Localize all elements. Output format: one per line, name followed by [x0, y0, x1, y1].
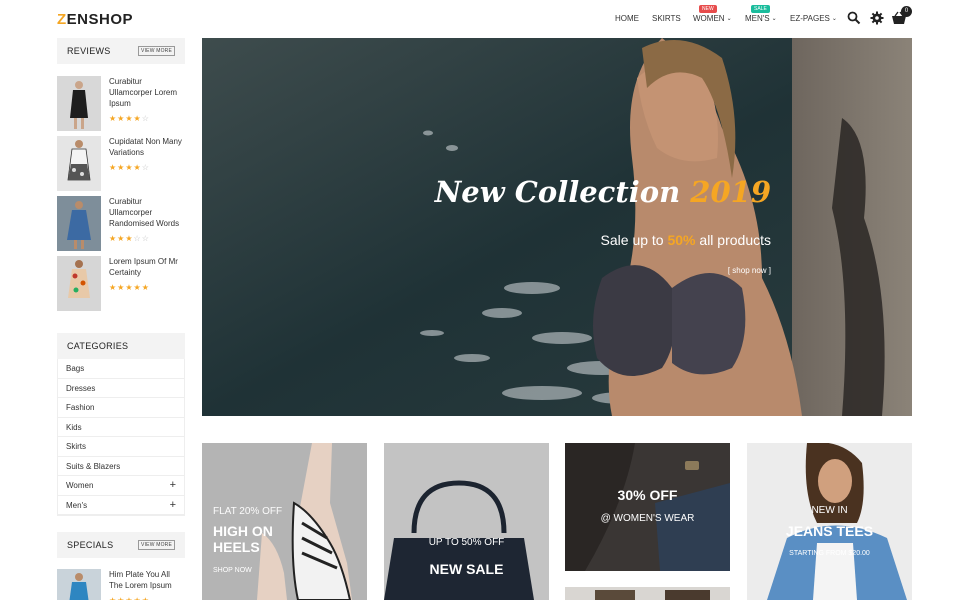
category-kids[interactable]: Kids: [58, 418, 184, 437]
promo-small-image: [565, 587, 730, 600]
reviews-view-more-button[interactable]: VIEW MORE: [138, 46, 175, 56]
hero-title: New Collection 2019: [202, 175, 912, 209]
search-icon[interactable]: [847, 11, 861, 25]
logo-text: ENSHOP: [66, 11, 134, 28]
category-dresses[interactable]: Dresses: [58, 379, 184, 398]
nav-ez-pages[interactable]: EZ-PAGES ⌄: [790, 14, 837, 23]
review-item[interactable]: Lorem Ipsum Of Mr Certainty ★★★★★: [57, 256, 185, 312]
nav-women[interactable]: NEW WOMEN ⌄: [693, 5, 732, 23]
category-label: Bags: [66, 364, 85, 373]
product-thumbnail[interactable]: [57, 136, 101, 191]
category-fashion[interactable]: Fashion: [58, 398, 184, 418]
review-product-name[interactable]: Curabitur Ullamcorper Lorem Ipsum: [109, 76, 185, 109]
reviews-header: REVIEWS VIEW MORE: [57, 38, 185, 64]
chevron-down-icon: ⌄: [831, 16, 837, 22]
promo-heels-tile[interactable]: FLAT 20% OFF HIGH ON HEELS SHOP NOW: [202, 443, 367, 600]
womens-subtitle: @ WOMEN'S WEAR: [600, 513, 695, 524]
category-suits-blazers[interactable]: Suits & Blazers: [58, 457, 184, 476]
rating-stars: ★★★★★: [109, 596, 150, 600]
category-label: Fashion: [66, 403, 95, 412]
category-label: Dresses: [66, 383, 96, 393]
categories-title: CATEGORIES: [67, 341, 129, 351]
cart-count-badge: 0: [901, 6, 912, 17]
hero-sub-post: all products: [695, 232, 771, 248]
hero-image: [202, 38, 912, 416]
chevron-down-icon: ⌄: [771, 16, 777, 22]
review-item[interactable]: Curabitur Ullamcorper Lorem Ipsum ★★★★☆: [57, 76, 185, 132]
jeans-heading: JEANS TEES: [785, 523, 874, 539]
review-product-name[interactable]: Lorem Ipsum Of Mr Certainty: [109, 256, 185, 278]
new-badge: NEW: [699, 5, 717, 13]
rating-stars: ★★★☆☆: [109, 234, 150, 243]
product-thumbnail[interactable]: [57, 256, 101, 311]
review-product-name[interactable]: Cupidatat Non Many Variations: [109, 136, 185, 158]
nav-skirts[interactable]: SKIRTS: [652, 14, 681, 23]
heels-heading-2: HEELS: [213, 539, 260, 555]
sale-discount: UP TO 50% OFF: [428, 537, 505, 548]
category-label: Women: [66, 481, 94, 490]
category-women[interactable]: Women +: [58, 476, 184, 496]
categories-header: CATEGORIES: [57, 333, 185, 359]
womens-wear-image: [565, 443, 730, 571]
category-label: Kids: [66, 422, 82, 432]
nav-ez-pages-label: EZ-PAGES: [790, 14, 830, 23]
heels-shop-now-link[interactable]: SHOP NOW: [213, 567, 252, 574]
rating-stars: ★★★★★: [109, 283, 150, 292]
header: ZENSHOP HOME SKIRTS NEW WOMEN ⌄ SALE MEN'…: [0, 0, 965, 38]
review-product-name[interactable]: Curabitur Ullamcorper Randomised Words: [109, 196, 185, 229]
specials-title: SPECIALS: [67, 540, 114, 550]
hero-title-main: New Collection: [434, 175, 691, 209]
heels-image: [202, 443, 367, 600]
promo-womens-tile[interactable]: 30% OFF @ WOMEN'S WEAR: [565, 443, 730, 571]
category-skirts[interactable]: Skirts: [58, 437, 184, 457]
sale-badge: SALE: [751, 5, 770, 13]
chevron-down-icon: ⌄: [726, 16, 732, 22]
womens-discount: 30% OFF: [617, 487, 678, 503]
hero-subtitle: Sale up to 50% all products: [202, 232, 912, 248]
promo-sale-tile[interactable]: UP TO 50% OFF NEW SALE: [384, 443, 549, 600]
specials-header: SPECIALS VIEW MORE: [57, 532, 185, 558]
category-label: Men's: [66, 500, 88, 510]
hero-shop-now-link[interactable]: [ shop now ]: [202, 266, 912, 275]
hero-sub-pre: Sale up to: [600, 232, 668, 248]
category-label: Suits & Blazers: [66, 461, 121, 471]
product-thumbnail[interactable]: [57, 196, 101, 251]
gear-icon[interactable]: [870, 11, 884, 25]
sale-heading: NEW SALE: [429, 561, 504, 577]
category-label: Skirts: [66, 442, 86, 451]
logo[interactable]: ZENSHOP: [57, 11, 133, 28]
reviews-title: REVIEWS: [67, 46, 111, 56]
promo-small-tile[interactable]: [565, 587, 730, 600]
hero-title-year: 2019: [690, 175, 771, 209]
expand-plus-icon[interactable]: +: [170, 476, 176, 495]
review-item[interactable]: Cupidatat Non Many Variations ★★★★☆: [57, 136, 185, 192]
categories-list: Bags Dresses Fashion Kids Skirts Suits &…: [57, 359, 185, 516]
jeans-new-in: NEW IN: [811, 505, 848, 516]
specials-view-more-button[interactable]: VIEW MORE: [138, 540, 175, 550]
special-item[interactable]: Him Plate You All The Lorem Ipsum ★★★★★: [57, 569, 185, 600]
nav-home[interactable]: HOME: [615, 14, 639, 23]
rating-stars: ★★★★☆: [109, 114, 150, 123]
product-thumbnail[interactable]: [57, 76, 101, 131]
hero-banner[interactable]: New Collection 2019 Sale up to 50% all p…: [202, 38, 912, 416]
nav-skirts-label: SKIRTS: [652, 14, 681, 23]
jeans-price: STARTING FROM $20.00: [789, 550, 870, 557]
nav-women-label: WOMEN: [693, 14, 725, 23]
nav-mens-label: MEN'S: [745, 14, 770, 23]
heels-discount: FLAT 20% OFF: [213, 506, 283, 517]
nav-mens[interactable]: SALE MEN'S ⌄: [745, 5, 777, 23]
heels-heading-1: HIGH ON: [213, 523, 273, 539]
category-bags[interactable]: Bags: [58, 359, 184, 379]
promo-jeans-tile[interactable]: NEW IN JEANS TEES STARTING FROM $20.00: [747, 443, 912, 600]
category-mens[interactable]: Men's +: [58, 496, 184, 515]
rating-stars: ★★★★☆: [109, 163, 150, 172]
nav-home-label: HOME: [615, 14, 639, 23]
special-product-name[interactable]: Him Plate You All The Lorem Ipsum: [109, 569, 185, 591]
product-thumbnail[interactable]: [57, 569, 101, 600]
hero-sub-pct: 50%: [667, 232, 696, 248]
review-item[interactable]: Curabitur Ullamcorper Randomised Words ★…: [57, 196, 185, 252]
jeans-image: [747, 443, 912, 600]
logo-accent: Z: [57, 11, 67, 28]
expand-plus-icon[interactable]: +: [170, 496, 176, 515]
